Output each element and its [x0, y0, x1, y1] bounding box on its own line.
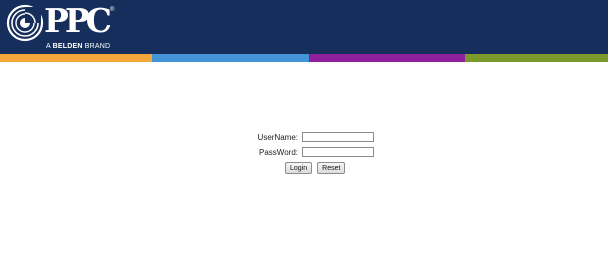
- username-row: UserName:: [240, 131, 390, 146]
- username-input[interactable]: [302, 132, 374, 142]
- password-row: PassWord:: [240, 146, 390, 161]
- purple-stripe: [309, 54, 465, 62]
- tagline-suffix: BRAND: [82, 43, 111, 50]
- ppc-logo-mark-icon: [6, 4, 44, 42]
- logo-registered-mark: ®: [110, 7, 115, 13]
- tagline-brand: BELDEN: [52, 43, 83, 50]
- ppc-logo: PPC ® A BELDEN BRAND: [6, 1, 116, 52]
- login-buttons: Login Reset: [285, 162, 346, 174]
- header-bar: PPC ® A BELDEN BRAND: [0, 0, 608, 54]
- orange-stripe: [0, 54, 152, 62]
- password-input[interactable]: [302, 147, 374, 157]
- login-form: UserName: PassWord:: [240, 131, 390, 161]
- color-stripe-bar: [0, 54, 608, 62]
- password-label: PassWord:: [259, 148, 298, 157]
- login-button[interactable]: Login: [285, 162, 313, 174]
- blue-stripe: [152, 54, 309, 62]
- username-label: UserName:: [257, 133, 298, 142]
- green-stripe: [465, 54, 608, 62]
- logo-wordmark: PPC: [44, 1, 112, 40]
- logo-tagline: A BELDEN BRAND: [46, 42, 110, 51]
- tagline-prefix: A: [46, 43, 53, 50]
- reset-button[interactable]: Reset: [317, 162, 346, 174]
